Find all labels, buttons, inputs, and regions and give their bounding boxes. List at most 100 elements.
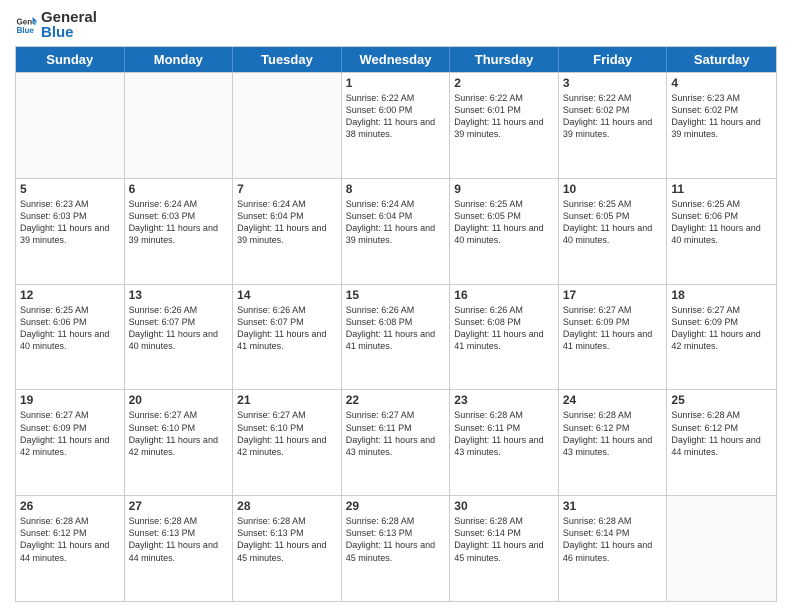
- day-info: Sunrise: 6:28 AM Sunset: 6:14 PM Dayligh…: [563, 515, 663, 564]
- day-number: 4: [671, 76, 772, 90]
- day-cell-1: 1Sunrise: 6:22 AM Sunset: 6:00 PM Daylig…: [342, 73, 451, 178]
- day-cell-3: 3Sunrise: 6:22 AM Sunset: 6:02 PM Daylig…: [559, 73, 668, 178]
- day-info: Sunrise: 6:24 AM Sunset: 6:04 PM Dayligh…: [346, 198, 446, 247]
- day-header-saturday: Saturday: [667, 47, 776, 72]
- day-number: 27: [129, 499, 229, 513]
- week-row-5: 26Sunrise: 6:28 AM Sunset: 6:12 PM Dayli…: [16, 495, 776, 601]
- day-number: 30: [454, 499, 554, 513]
- day-info: Sunrise: 6:28 AM Sunset: 6:11 PM Dayligh…: [454, 409, 554, 458]
- day-number: 15: [346, 288, 446, 302]
- day-cell-20: 20 Sunrise: 6:27 AM Sunset: 6:10 PM Dayli…: [125, 390, 234, 495]
- calendar-body: 1Sunrise: 6:22 AM Sunset: 6:00 PM Daylig…: [16, 72, 776, 601]
- day-cell-24: 24Sunrise: 6:28 AM Sunset: 6:12 PM Dayli…: [559, 390, 668, 495]
- day-header-tuesday: Tuesday: [233, 47, 342, 72]
- day-info: Sunrise: 6:26 AM Sunset: 6:08 PM Dayligh…: [346, 304, 446, 353]
- day-cell-11: 11 Sunrise: 6:25 AM Sunset: 6:06 PM Dayli…: [667, 179, 776, 284]
- day-number: 19: [20, 393, 120, 407]
- day-info: Sunrise: 6:23 AM Sunset: 6:02 PM Dayligh…: [671, 92, 772, 141]
- svg-text:Blue: Blue: [16, 26, 34, 35]
- day-number: 7: [237, 182, 337, 196]
- day-info: Sunrise: 6:24 AM Sunset: 6:03 PM Dayligh…: [129, 198, 229, 247]
- day-info: Sunrise: 6:26 AM Sunset: 6:07 PM Dayligh…: [237, 304, 337, 353]
- day-info: Sunrise: 6:22 AM Sunset: 6:01 PM Dayligh…: [454, 92, 554, 141]
- empty-cell: [667, 496, 776, 601]
- day-cell-17: 17 Sunrise: 6:27 AM Sunset: 6:09 PM Dayli…: [559, 285, 668, 390]
- empty-cell: [125, 73, 234, 178]
- day-header-sunday: Sunday: [16, 47, 125, 72]
- day-cell-10: 10 Sunrise: 6:25 AM Sunset: 6:05 PM Dayli…: [559, 179, 668, 284]
- page-header: General Blue General Blue: [15, 10, 777, 40]
- day-number: 22: [346, 393, 446, 407]
- day-info: Sunrise: 6:27 AM Sunset: 6:10 PM Dayligh…: [237, 409, 337, 458]
- day-cell-25: 25 Sunrise: 6:28 AM Sunset: 6:12 PM Dayli…: [667, 390, 776, 495]
- logo-icon: General Blue: [15, 14, 37, 36]
- day-info: Sunrise: 6:27 AM Sunset: 6:09 PM Dayligh…: [671, 304, 772, 353]
- day-number: 6: [129, 182, 229, 196]
- day-cell-28: 28Sunrise: 6:28 AM Sunset: 6:13 PM Dayli…: [233, 496, 342, 601]
- day-number: 1: [346, 76, 446, 90]
- day-info: Sunrise: 6:26 AM Sunset: 6:07 PM Dayligh…: [129, 304, 229, 353]
- day-info: Sunrise: 6:25 AM Sunset: 6:05 PM Dayligh…: [454, 198, 554, 247]
- logo-blue: Blue: [41, 25, 97, 40]
- day-number: 9: [454, 182, 554, 196]
- day-cell-22: 22Sunrise: 6:27 AM Sunset: 6:11 PM Dayli…: [342, 390, 451, 495]
- day-info: Sunrise: 6:27 AM Sunset: 6:10 PM Dayligh…: [129, 409, 229, 458]
- day-number: 16: [454, 288, 554, 302]
- day-cell-2: 2 Sunrise: 6:22 AM Sunset: 6:01 PM Daylig…: [450, 73, 559, 178]
- day-number: 29: [346, 499, 446, 513]
- day-info: Sunrise: 6:28 AM Sunset: 6:13 PM Dayligh…: [129, 515, 229, 564]
- calendar: SundayMondayTuesdayWednesdayThursdayFrid…: [15, 46, 777, 602]
- day-cell-19: 19Sunrise: 6:27 AM Sunset: 6:09 PM Dayli…: [16, 390, 125, 495]
- day-cell-15: 15 Sunrise: 6:26 AM Sunset: 6:08 PM Dayli…: [342, 285, 451, 390]
- day-cell-26: 26Sunrise: 6:28 AM Sunset: 6:12 PM Dayli…: [16, 496, 125, 601]
- empty-cell: [16, 73, 125, 178]
- day-info: Sunrise: 6:25 AM Sunset: 6:06 PM Dayligh…: [20, 304, 120, 353]
- day-number: 12: [20, 288, 120, 302]
- day-number: 5: [20, 182, 120, 196]
- day-cell-16: 16 Sunrise: 6:26 AM Sunset: 6:08 PM Dayli…: [450, 285, 559, 390]
- day-number: 2: [454, 76, 554, 90]
- day-info: Sunrise: 6:24 AM Sunset: 6:04 PM Dayligh…: [237, 198, 337, 247]
- day-info: Sunrise: 6:22 AM Sunset: 6:02 PM Dayligh…: [563, 92, 663, 141]
- day-info: Sunrise: 6:26 AM Sunset: 6:08 PM Dayligh…: [454, 304, 554, 353]
- day-number: 21: [237, 393, 337, 407]
- week-row-2: 5 Sunrise: 6:23 AM Sunset: 6:03 PM Daylig…: [16, 178, 776, 284]
- day-cell-23: 23Sunrise: 6:28 AM Sunset: 6:11 PM Dayli…: [450, 390, 559, 495]
- day-number: 10: [563, 182, 663, 196]
- day-info: Sunrise: 6:28 AM Sunset: 6:13 PM Dayligh…: [237, 515, 337, 564]
- day-cell-30: 30Sunrise: 6:28 AM Sunset: 6:14 PM Dayli…: [450, 496, 559, 601]
- day-number: 17: [563, 288, 663, 302]
- day-cell-4: 4 Sunrise: 6:23 AM Sunset: 6:02 PM Daylig…: [667, 73, 776, 178]
- empty-cell: [233, 73, 342, 178]
- day-cell-18: 18 Sunrise: 6:27 AM Sunset: 6:09 PM Dayli…: [667, 285, 776, 390]
- day-header-monday: Monday: [125, 47, 234, 72]
- day-number: 24: [563, 393, 663, 407]
- day-cell-13: 13 Sunrise: 6:26 AM Sunset: 6:07 PM Dayli…: [125, 285, 234, 390]
- day-info: Sunrise: 6:25 AM Sunset: 6:05 PM Dayligh…: [563, 198, 663, 247]
- day-cell-5: 5 Sunrise: 6:23 AM Sunset: 6:03 PM Daylig…: [16, 179, 125, 284]
- day-number: 14: [237, 288, 337, 302]
- day-info: Sunrise: 6:27 AM Sunset: 6:09 PM Dayligh…: [563, 304, 663, 353]
- day-info: Sunrise: 6:23 AM Sunset: 6:03 PM Dayligh…: [20, 198, 120, 247]
- day-number: 18: [671, 288, 772, 302]
- day-number: 26: [20, 499, 120, 513]
- week-row-4: 19Sunrise: 6:27 AM Sunset: 6:09 PM Dayli…: [16, 389, 776, 495]
- day-info: Sunrise: 6:28 AM Sunset: 6:12 PM Dayligh…: [671, 409, 772, 458]
- day-number: 20: [129, 393, 229, 407]
- day-cell-12: 12 Sunrise: 6:25 AM Sunset: 6:06 PM Dayli…: [16, 285, 125, 390]
- day-cell-7: 7 Sunrise: 6:24 AM Sunset: 6:04 PM Daylig…: [233, 179, 342, 284]
- day-header-friday: Friday: [559, 47, 668, 72]
- day-header-wednesday: Wednesday: [342, 47, 451, 72]
- week-row-3: 12 Sunrise: 6:25 AM Sunset: 6:06 PM Dayli…: [16, 284, 776, 390]
- calendar-header: SundayMondayTuesdayWednesdayThursdayFrid…: [16, 47, 776, 72]
- day-number: 31: [563, 499, 663, 513]
- day-number: 13: [129, 288, 229, 302]
- day-number: 11: [671, 182, 772, 196]
- day-cell-8: 8Sunrise: 6:24 AM Sunset: 6:04 PM Daylig…: [342, 179, 451, 284]
- day-cell-9: 9 Sunrise: 6:25 AM Sunset: 6:05 PM Daylig…: [450, 179, 559, 284]
- day-cell-31: 31 Sunrise: 6:28 AM Sunset: 6:14 PM Dayli…: [559, 496, 668, 601]
- day-cell-14: 14 Sunrise: 6:26 AM Sunset: 6:07 PM Dayli…: [233, 285, 342, 390]
- day-info: Sunrise: 6:25 AM Sunset: 6:06 PM Dayligh…: [671, 198, 772, 247]
- day-number: 25: [671, 393, 772, 407]
- logo-general: General: [41, 10, 97, 25]
